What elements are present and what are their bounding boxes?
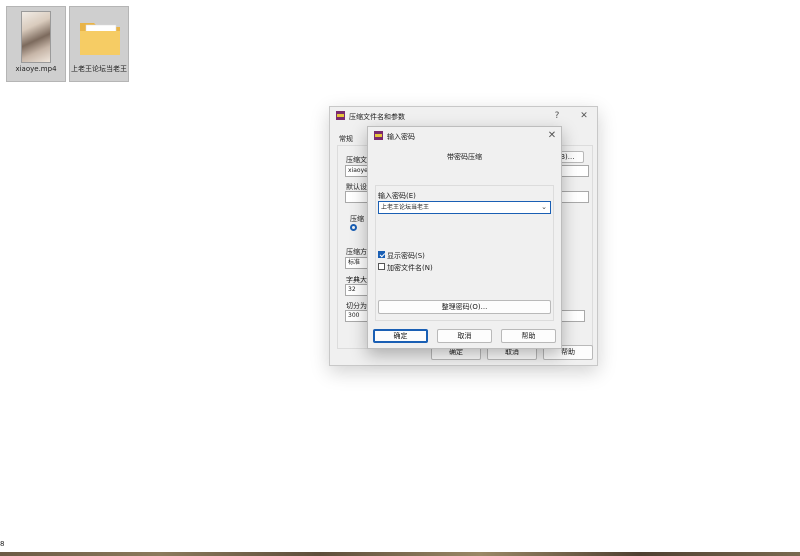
help-icon[interactable]: ? [550,110,564,122]
format-radio[interactable] [350,224,357,231]
help-button[interactable]: 帮助 [501,329,556,343]
cancel-button[interactable]: 取消 [437,329,492,343]
show-password-label: 显示密码(S) [387,252,425,260]
password-input-label: 输入密码(E) [378,192,416,200]
dialog-titlebar: 压缩文件名和参数 ? ✕ [330,107,597,125]
archive-name-label: 压缩文 [346,156,367,164]
desktop-icon-label: xiaoye.mp4 [15,65,57,73]
encrypt-names-checkbox[interactable] [378,263,385,270]
winrar-icon [336,111,345,120]
dict-size-field[interactable]: 32 [345,284,369,296]
winrar-icon [374,131,383,140]
password-dialog-title: 输入密码 [387,133,415,141]
desktop-icon-video[interactable]: xiaoye.mp4 [6,6,66,82]
ok-button[interactable]: 确定 [373,329,428,343]
chevron-down-icon[interactable]: ⌄ [541,202,547,213]
compress-method-field[interactable]: 标准 [345,257,369,269]
edge-text: 8 [0,540,5,548]
tab-general[interactable]: 常规 [339,134,353,144]
password-input[interactable]: 上老王论坛当老王 ⌄ [378,201,551,214]
dialog-title: 压缩文件名和参数 [349,113,405,121]
organize-passwords-button[interactable]: 整理密码(O)... [378,300,551,314]
show-password-checkbox[interactable] [378,251,385,258]
folder-icon [80,23,120,55]
encrypt-names-label: 加密文件名(N) [387,264,433,272]
password-dialog: 输入密码 ✕ 带密码压缩 输入密码(E) 上老王论坛当老王 ⌄ 显示密码(S) … [367,126,562,349]
video-thumbnail-icon [21,11,51,63]
format-group-label: 压缩 [350,215,364,223]
desktop-icon-label: 上老王论坛当老王 [71,65,127,73]
compress-method-label: 压缩方 [346,248,367,256]
password-header: 带密码压缩 [447,153,482,161]
close-icon[interactable]: ✕ [545,130,559,142]
split-unit-field[interactable] [561,310,585,322]
split-field[interactable]: 300 [345,310,369,322]
password-input-value: 上老王论坛当老王 [381,204,430,211]
close-icon[interactable]: ✕ [577,110,591,122]
desktop-icon-folder[interactable]: 上老王论坛当老王 [69,6,129,82]
password-titlebar: 输入密码 ✕ [368,127,561,145]
wallpaper-strip [0,552,800,556]
